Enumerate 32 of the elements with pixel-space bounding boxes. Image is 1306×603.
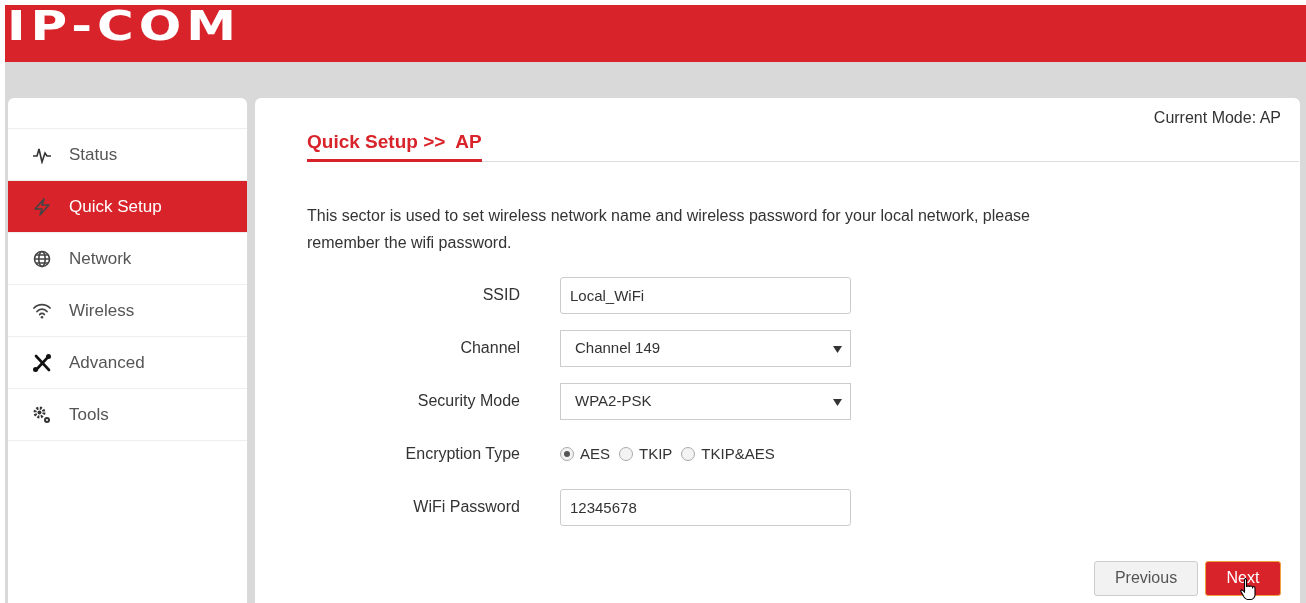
wifi-icon [32, 302, 52, 319]
text-field[interactable]: 12345678 [560, 488, 851, 526]
logo: IP-COM [7, 6, 242, 46]
radio-button[interactable] [619, 447, 633, 461]
radio-button[interactable] [560, 447, 574, 461]
radio-button[interactable] [681, 447, 696, 461]
gears-icon [32, 404, 52, 425]
page-title: Quick Setup >> AP [307, 128, 482, 162]
field-label: Encryption Type [404, 444, 520, 464]
lightning-icon [32, 196, 52, 217]
sidebar-item[interactable]: Wireless [8, 285, 247, 337]
dropdown-arrow-icon [833, 398, 842, 406]
sidebar-item[interactable]: Network [8, 233, 247, 285]
field-label: WiFi Password [412, 497, 520, 517]
globe-icon [33, 249, 51, 268]
sidebar-item[interactable]: Quick Setup [8, 181, 247, 233]
current-mode: Current Mode: AP [1153, 108, 1281, 128]
dropdown[interactable]: Channel 149 [560, 329, 851, 367]
field-label: Security Mode [416, 391, 520, 411]
text-field[interactable]: Local_WiFi [560, 276, 851, 314]
radio-option[interactable]: TKIP&AES [681, 442, 775, 466]
dropdown[interactable]: WPA2-PSK [560, 382, 851, 420]
dropdown-arrow-icon [833, 345, 842, 353]
previous-button[interactable]: Previous [1094, 560, 1198, 596]
radio-option[interactable]: AES [560, 442, 610, 466]
field-label: Channel [459, 338, 520, 358]
radio-option[interactable]: TKIP [619, 442, 673, 466]
sidebar-item[interactable]: Advanced [8, 337, 247, 389]
sidebar-item[interactable]: Tools [8, 389, 247, 441]
field-label: SSID [481, 285, 520, 305]
description: This sector is used to set wireless network name and wireless password for your local network, please remember the wifi password. [307, 205, 1031, 253]
tools-icon [32, 352, 52, 373]
